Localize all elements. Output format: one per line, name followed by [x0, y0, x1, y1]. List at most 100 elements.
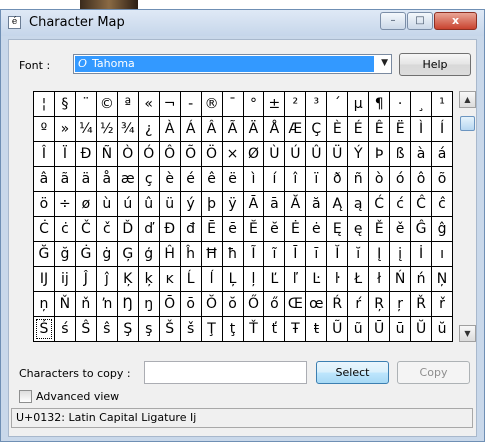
- char-cell[interactable]: Ê: [369, 117, 390, 141]
- char-cell[interactable]: ū: [390, 317, 411, 341]
- char-cell[interactable]: ý: [180, 192, 201, 216]
- char-cell[interactable]: Ŀ: [306, 267, 327, 291]
- grid-scrollbar[interactable]: ▲ ▼: [459, 91, 476, 342]
- char-cell[interactable]: §: [54, 92, 75, 116]
- char-cell[interactable]: ĩ: [264, 242, 285, 266]
- char-cell[interactable]: ½: [96, 117, 117, 141]
- char-cell[interactable]: Ň: [54, 292, 75, 316]
- char-cell[interactable]: č: [96, 217, 117, 241]
- char-cell[interactable]: Ś: [34, 317, 54, 341]
- char-cell[interactable]: ÷: [54, 192, 75, 216]
- char-cell[interactable]: ª: [117, 92, 138, 116]
- char-cell[interactable]: Ŕ: [327, 292, 348, 316]
- char-cell[interactable]: Ä: [243, 117, 264, 141]
- char-cell[interactable]: İ: [411, 242, 432, 266]
- char-cell[interactable]: æ: [117, 167, 138, 191]
- char-cell[interactable]: ŏ: [222, 292, 243, 316]
- char-cell[interactable]: ő: [264, 292, 285, 316]
- char-cell[interactable]: à: [411, 142, 432, 166]
- char-cell[interactable]: â: [34, 167, 54, 191]
- copy-button[interactable]: Copy: [397, 361, 470, 384]
- char-cell[interactable]: í: [264, 167, 285, 191]
- char-cell[interactable]: ĕ: [264, 217, 285, 241]
- char-cell[interactable]: Ð: [75, 142, 96, 166]
- char-cell[interactable]: ä: [75, 167, 96, 191]
- char-cell[interactable]: Ŏ: [201, 292, 222, 316]
- char-cell[interactable]: µ: [348, 92, 369, 116]
- char-cell[interactable]: ĵ: [96, 267, 117, 291]
- char-cell[interactable]: ĥ: [180, 242, 201, 266]
- char-cell[interactable]: ċ: [54, 217, 75, 241]
- char-cell[interactable]: ĳ: [54, 267, 75, 291]
- char-cell[interactable]: ą: [348, 192, 369, 216]
- maximize-button[interactable]: □: [407, 12, 433, 30]
- char-cell[interactable]: Á: [180, 117, 201, 141]
- char-cell[interactable]: ş: [138, 317, 159, 341]
- char-cell[interactable]: û: [138, 192, 159, 216]
- char-cell[interactable]: ĸ: [159, 267, 180, 291]
- scroll-thumb[interactable]: [460, 116, 475, 131]
- advanced-view-checkbox[interactable]: [19, 390, 32, 403]
- char-cell[interactable]: ¯: [222, 92, 243, 116]
- char-cell[interactable]: ¨: [75, 92, 96, 116]
- char-cell[interactable]: Ñ: [96, 142, 117, 166]
- char-cell[interactable]: Ő: [243, 292, 264, 316]
- char-cell[interactable]: Ť: [243, 317, 264, 341]
- char-cell[interactable]: õ: [432, 167, 452, 191]
- char-cell[interactable]: Ũ: [327, 317, 348, 341]
- char-cell[interactable]: Ĵ: [75, 267, 96, 291]
- font-selected-item[interactable]: O Tahoma: [75, 56, 374, 72]
- char-cell[interactable]: Ĭ: [327, 242, 348, 266]
- char-cell[interactable]: Č: [75, 217, 96, 241]
- char-cell[interactable]: «: [138, 92, 159, 116]
- char-cell[interactable]: Ĩ: [243, 242, 264, 266]
- char-cell[interactable]: À: [159, 117, 180, 141]
- char-cell[interactable]: ü: [159, 192, 180, 216]
- chevron-down-icon[interactable]: ▼: [381, 58, 388, 68]
- char-cell[interactable]: Æ: [285, 117, 306, 141]
- char-cell[interactable]: Î: [34, 142, 54, 166]
- char-cell[interactable]: Ò: [117, 142, 138, 166]
- close-button[interactable]: x: [434, 12, 477, 30]
- characters-to-copy-input[interactable]: [144, 361, 307, 384]
- char-cell[interactable]: Ø: [243, 142, 264, 166]
- char-cell[interactable]: ğ: [54, 242, 75, 266]
- char-cell[interactable]: ń: [411, 267, 432, 291]
- char-cell[interactable]: ·: [390, 92, 411, 116]
- char-cell[interactable]: ç: [138, 167, 159, 191]
- char-cell[interactable]: ø: [75, 192, 96, 216]
- char-cell[interactable]: ė: [306, 217, 327, 241]
- char-cell[interactable]: Ú: [285, 142, 306, 166]
- char-cell[interactable]: Ĕ: [243, 217, 264, 241]
- char-cell[interactable]: Ŧ: [285, 317, 306, 341]
- char-cell[interactable]: ´: [327, 92, 348, 116]
- char-cell[interactable]: ł: [369, 267, 390, 291]
- title-bar[interactable]: é Character Map – □ x: [1, 10, 484, 36]
- char-cell[interactable]: Ł: [348, 267, 369, 291]
- char-cell[interactable]: Þ: [369, 142, 390, 166]
- char-cell[interactable]: Ã: [222, 117, 243, 141]
- char-cell[interactable]: Ę: [327, 217, 348, 241]
- char-cell[interactable]: Ā: [243, 192, 264, 216]
- char-cell[interactable]: È: [327, 117, 348, 141]
- char-cell[interactable]: ±: [264, 92, 285, 116]
- char-cell[interactable]: Å: [264, 117, 285, 141]
- char-cell[interactable]: Ĝ: [411, 217, 432, 241]
- char-cell[interactable]: ¾: [117, 117, 138, 141]
- char-cell[interactable]: ²: [285, 92, 306, 116]
- char-cell[interactable]: ú: [117, 192, 138, 216]
- char-cell[interactable]: Ķ: [117, 267, 138, 291]
- char-cell[interactable]: Ń: [390, 267, 411, 291]
- char-cell[interactable]: ù: [96, 192, 117, 216]
- char-cell[interactable]: ï: [306, 167, 327, 191]
- char-cell[interactable]: ö: [34, 192, 54, 216]
- char-cell[interactable]: ©: [96, 92, 117, 116]
- char-cell[interactable]: ¶: [369, 92, 390, 116]
- char-cell[interactable]: Ļ: [222, 267, 243, 291]
- char-cell[interactable]: ľ: [285, 267, 306, 291]
- char-cell[interactable]: ó: [390, 167, 411, 191]
- char-cell[interactable]: ţ: [222, 317, 243, 341]
- scroll-up-button[interactable]: ▲: [459, 91, 476, 108]
- char-cell[interactable]: ē: [222, 217, 243, 241]
- char-cell[interactable]: Ĉ: [411, 192, 432, 216]
